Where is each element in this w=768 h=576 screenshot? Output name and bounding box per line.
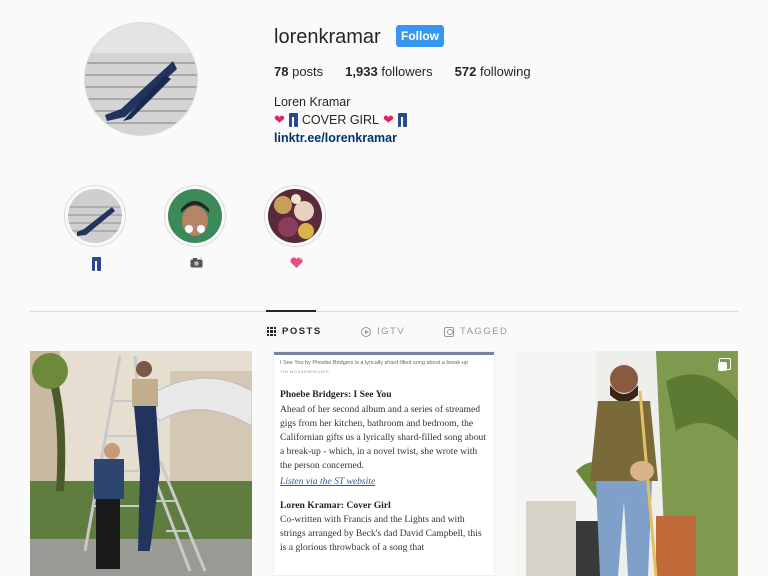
red-heart-icon: ❤: [274, 112, 285, 127]
tagged-icon: [444, 326, 454, 337]
profile-stats: 78 posts 1,933 followers 572 following: [274, 64, 531, 79]
following-label: following: [479, 64, 531, 79]
post-thumbnail-garden[interactable]: [516, 351, 738, 576]
post-photo: [516, 351, 738, 576]
active-tab-indicator: [266, 310, 316, 312]
tab-posts-label: POSTS: [282, 326, 322, 337]
highlight-ring: [264, 185, 326, 247]
camera-flash-icon: [190, 257, 202, 268]
profile-avatar: [84, 22, 198, 136]
jeans-icon: [288, 113, 298, 127]
highlight-2[interactable]: [164, 185, 228, 271]
tabs-divider: [30, 311, 738, 312]
highlight-1[interactable]: [64, 185, 128, 271]
posts-stat: 78 posts: [274, 64, 323, 79]
following-count: 572: [454, 64, 477, 79]
red-heart-icon: ❤: [383, 112, 394, 127]
article-section2-body: Co-written with Francis and the Lights a…: [280, 513, 482, 554]
tab-tagged-label: TAGGED: [460, 326, 509, 337]
tab-igtv[interactable]: IGTV: [361, 326, 405, 337]
posts-label: posts: [292, 64, 324, 79]
profile-username: lorenkramar: [274, 26, 381, 48]
sparkling-heart-icon: [289, 257, 303, 268]
article-section1-body: Ahead of her second album and a series o…: [280, 403, 486, 472]
avatar-photo: [85, 23, 197, 135]
bio-text: COVER GIRL: [301, 113, 380, 127]
jeans-icon: [397, 113, 407, 127]
article-body: Phoebe Bridgers: I See You Ahead of her …: [274, 376, 494, 555]
highlight-cover: [168, 189, 222, 243]
tab-posts[interactable]: POSTS: [267, 326, 322, 337]
followers-count: 1,933: [345, 64, 378, 79]
jeans-icon: [91, 257, 101, 271]
tab-tagged[interactable]: TAGGED: [444, 326, 508, 337]
post-photo: [30, 351, 252, 576]
article-section2-title: Loren Kramar: Cover Girl: [280, 499, 391, 511]
article-credit: TIM MOSSENFELDER: [280, 369, 330, 375]
followers-label: followers: [381, 64, 433, 79]
highlight-cover: [268, 189, 322, 243]
tab-igtv-label: IGTV: [377, 326, 406, 337]
highlight-cover: [68, 189, 122, 243]
profile-link[interactable]: linktr.ee/lorenkramar: [274, 131, 397, 145]
igtv-icon: [361, 326, 371, 337]
followers-stat[interactable]: 1,933 followers: [345, 64, 432, 79]
following-stat[interactable]: 572 following: [455, 64, 531, 79]
post-thumbnail-ladder[interactable]: [30, 351, 252, 576]
follow-button[interactable]: Follow: [396, 25, 444, 47]
posts-count: 78: [274, 64, 289, 79]
highlight-3[interactable]: [264, 185, 328, 271]
article-section1-title: Phoebe Bridgers: I See You: [280, 389, 392, 401]
highlight-ring: [164, 185, 226, 247]
multiple-photos-icon: [718, 358, 731, 371]
profile-bio: ❤ COVER GIRL ❤: [274, 112, 407, 128]
post-thumbnail-article[interactable]: I See You by Phoebe Bridgers is a lyrica…: [273, 351, 495, 576]
grid-icon: [267, 327, 276, 336]
article-caption: I See You by Phoebe Bridgers is a lyrica…: [280, 360, 469, 366]
article-section1-link: Listen via the ST website: [280, 475, 376, 487]
highlight-ring: [64, 185, 126, 247]
profile-full-name: Loren Kramar: [274, 95, 351, 109]
